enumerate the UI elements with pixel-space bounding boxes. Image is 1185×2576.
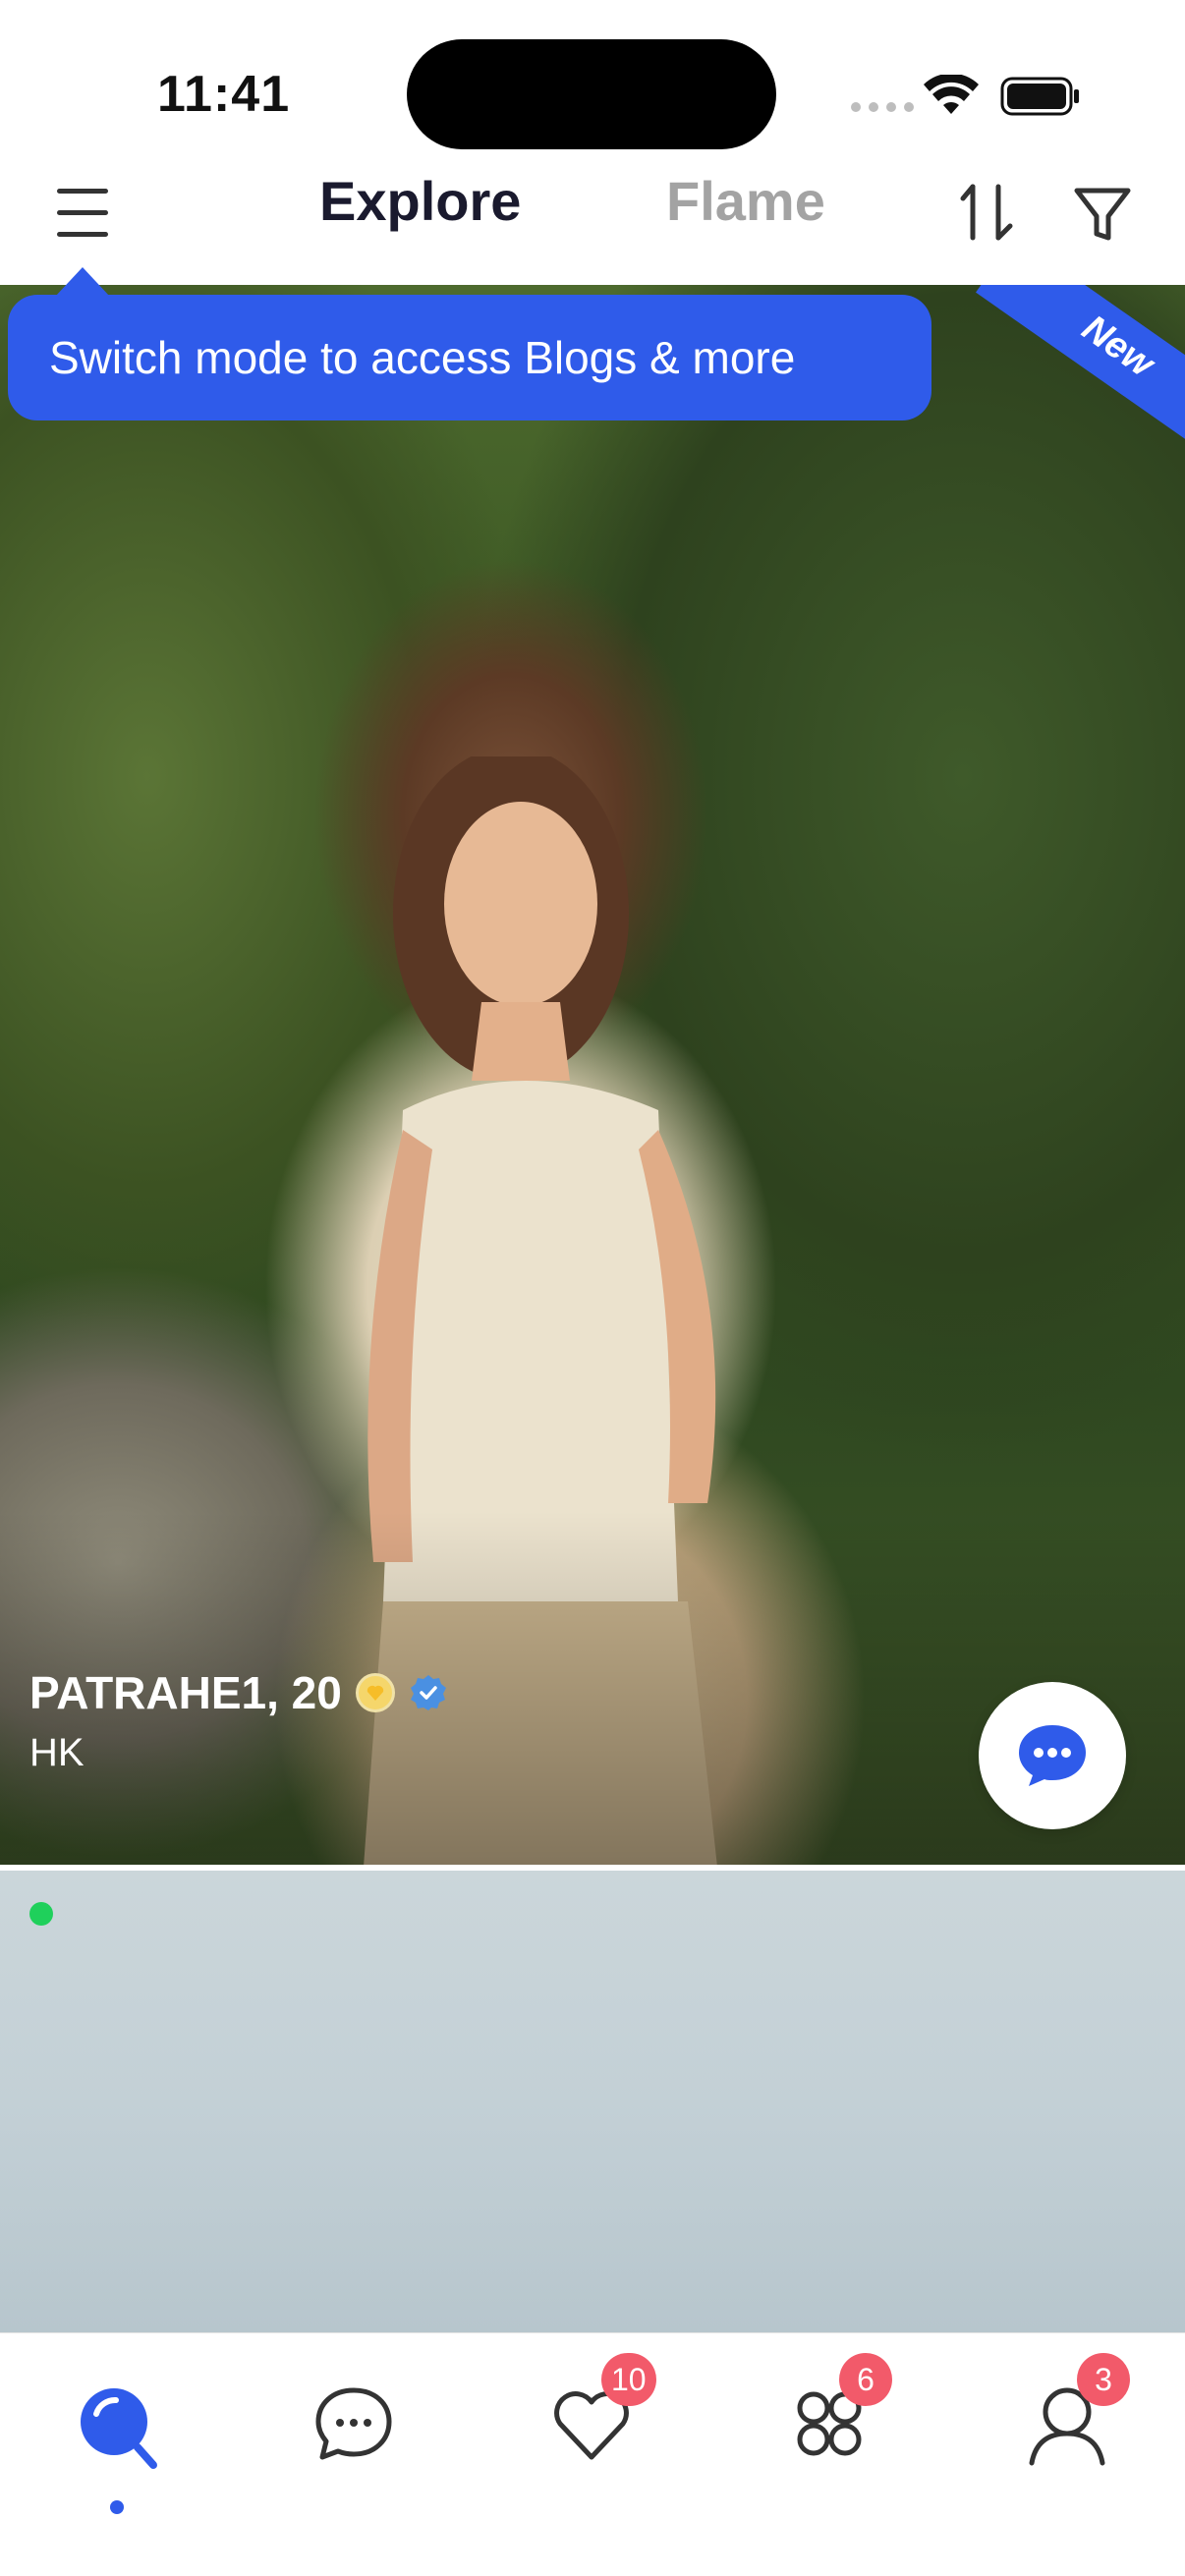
gold-heart-icon — [367, 1685, 383, 1701]
online-status-dot — [29, 1902, 53, 1926]
tab-chats[interactable] — [305, 2373, 403, 2481]
sort-icon[interactable] — [959, 173, 1022, 252]
bottom-tab-bar: 10 6 3 — [0, 2332, 1185, 2576]
active-tab-indicator — [110, 2500, 124, 2514]
status-time: 11:41 — [157, 66, 291, 123]
switch-mode-tooltip[interactable]: Switch mode to access Blogs & more — [8, 295, 931, 420]
cellular-signal-icon — [851, 102, 914, 112]
top-navigation: Explore Flame — [0, 157, 1185, 285]
tooltip-pointer — [55, 267, 110, 297]
tab-explore-bottom[interactable] — [67, 2373, 165, 2481]
profile-card-next[interactable] — [0, 1871, 1185, 2332]
likes-count-badge: 10 — [601, 2353, 656, 2406]
dynamic-island — [407, 39, 776, 149]
filter-icon[interactable] — [1071, 173, 1134, 252]
chat-bubble-icon — [315, 2387, 392, 2460]
explore-search-icon — [81, 2388, 157, 2469]
verified-icon — [410, 1675, 446, 1710]
tab-discover[interactable]: 6 — [780, 2353, 892, 2481]
tab-explore[interactable]: Explore — [319, 169, 521, 233]
profile-location: HK — [29, 1731, 85, 1774]
tab-flame[interactable]: Flame — [666, 169, 825, 233]
profile-name-age: PATRAHE1, 20 — [29, 1666, 448, 1719]
tab-profile[interactable]: 3 — [1018, 2353, 1130, 2481]
wifi-icon — [924, 75, 979, 114]
profile-count-badge: 3 — [1077, 2353, 1130, 2406]
chat-dots-icon — [1019, 1725, 1086, 1786]
status-bar: 11:41 — [0, 0, 1185, 157]
new-ribbon-badge: New — [976, 285, 1185, 462]
profile-card[interactable]: New — [0, 285, 1185, 1865]
message-button[interactable] — [979, 1682, 1126, 1829]
tab-likes[interactable]: 10 — [542, 2353, 656, 2481]
battery-icon — [1000, 77, 1079, 116]
gold-badge-icon — [355, 1673, 395, 1712]
discover-count-badge: 6 — [839, 2353, 892, 2406]
profile-name-text: PATRAHE1, 20 — [29, 1667, 342, 1718]
hamburger-menu-icon[interactable] — [49, 177, 118, 248]
